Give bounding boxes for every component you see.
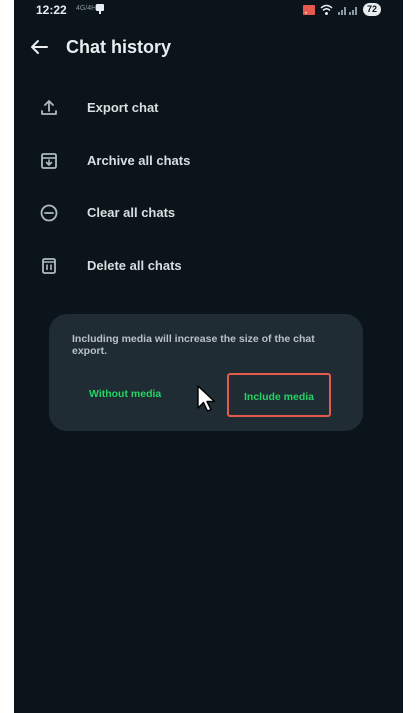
phone-screen: 12:22 4G/4H 72 Chat history Export chat … [14,0,403,713]
cast-icon [302,4,315,15]
status-icons: 72 [302,3,381,16]
clear-all-chats-item[interactable]: Clear all chats [14,189,403,237]
battery-indicator: 72 [362,3,381,16]
upload-icon [41,100,57,115]
menu-item-label: Clear all chats [87,205,176,220]
export-chat-item[interactable]: Export chat [14,84,403,132]
status-bar: 12:22 4G/4H 72 [14,0,403,24]
menu-item-label: Delete all chats [87,258,182,273]
trash-icon [42,258,56,274]
signal-icon [337,6,357,15]
without-media-button[interactable]: Without media [89,388,161,400]
notification-icon [96,4,104,14]
arrow-left-icon[interactable] [28,36,50,58]
minus-circle-icon [40,204,58,222]
page-title: Chat history [66,37,172,57]
dialog-message: Including media will increase the size o… [72,333,315,357]
archive-all-chats-item[interactable]: Archive all chats [14,137,403,185]
status-time: 12:22 [36,3,67,17]
menu-item-label: Export chat [87,100,159,115]
app-header: Chat history [14,28,403,68]
delete-all-chats-item[interactable]: Delete all chats [14,242,403,290]
wifi-icon [320,4,333,15]
archive-icon [41,153,57,169]
include-media-button[interactable]: Include media [227,373,331,417]
mouse-pointer-icon [197,385,216,412]
menu-item-label: Archive all chats [87,153,191,168]
